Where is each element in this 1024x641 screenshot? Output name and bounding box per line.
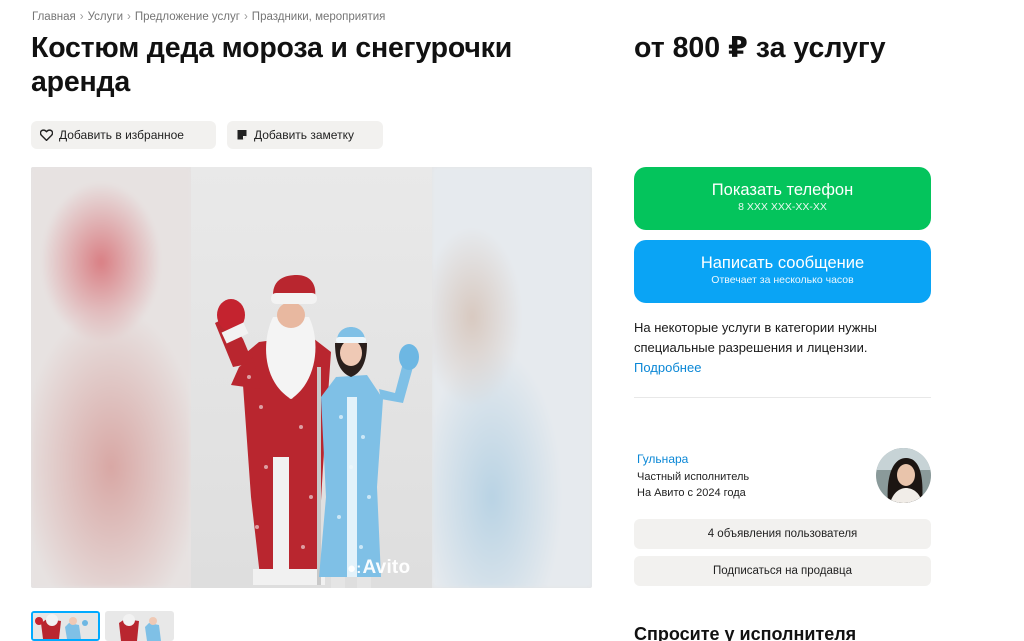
gallery-thumbnail-1[interactable] [31,611,100,641]
gallery-thumbnail-2[interactable] [105,611,174,641]
seller-since: На Авито с 2024 года [637,487,746,499]
thumbnail-image-icon [105,611,174,641]
breadcrumb-separator: › [243,11,248,23]
license-notice-text: На некоторые услуги в категории нужны сп… [634,320,877,355]
show-phone-button[interactable]: Показать телефон 8 XXX XXX-XX-XX [634,167,931,230]
write-message-button[interactable]: Написать сообщение Отвечает за несколько… [634,240,931,303]
heart-icon [40,129,53,141]
avito-dots-icon: ●: [347,560,362,577]
license-notice: На некоторые услуги в категории нужны сп… [634,318,934,378]
breadcrumb: Главная › Услуги › Предложение услуг › Праздни… [32,11,385,23]
listing-price: от 800 ₽ за услугу [634,32,886,64]
add-to-favorites-button[interactable]: Добавить в избранное [31,121,216,149]
divider [634,397,931,398]
breadcrumb-separator: › [127,11,131,23]
more-info-link[interactable]: Подробнее [634,360,701,375]
main-photo[interactable] [191,167,432,588]
santa-snow-maiden-photo [215,275,419,588]
add-note-label: Добавить заметку [254,128,354,142]
subscribe-seller-button[interactable]: Подписаться на продавца [634,556,931,586]
gallery-blurred-left [31,167,191,588]
avatar-image-icon [876,448,931,503]
add-note-button[interactable]: Добавить заметку [227,121,383,149]
phone-masked: 8 XXX XXX-XX-XX [738,201,827,213]
seller-type: Частный исполнитель [637,471,750,483]
seller-ads-button[interactable]: 4 объявления пользователя [634,519,931,549]
seller-avatar[interactable] [876,448,931,503]
thumbnail-image-icon [33,613,98,639]
note-icon [236,129,248,141]
photo-gallery[interactable]: ●:Avito [31,167,592,588]
ask-seller-heading: Спросите у исполнителя [634,624,857,641]
add-to-favorites-label: Добавить в избранное [59,128,184,142]
breadcrumb-services[interactable]: Услуги [88,11,123,23]
seller-name[interactable]: Гульнара [637,452,688,466]
avito-watermark: ●:Avito [347,557,410,579]
gallery-blurred-right [432,167,592,588]
write-message-label: Написать сообщение [700,254,865,272]
show-phone-label: Показать телефон [711,181,854,199]
breadcrumb-home[interactable]: Главная [32,11,76,23]
breadcrumb-holidays-events[interactable]: Праздники, мероприятия [252,11,386,23]
avito-watermark-label: Avito [362,557,411,578]
listing-title: Костюм деда мороза и снегурочки аренда [31,32,513,98]
response-time: Отвечает за несколько часов [711,274,854,286]
breadcrumb-separator: › [79,11,84,23]
breadcrumb-service-offers[interactable]: Предложение услуг [135,11,240,23]
